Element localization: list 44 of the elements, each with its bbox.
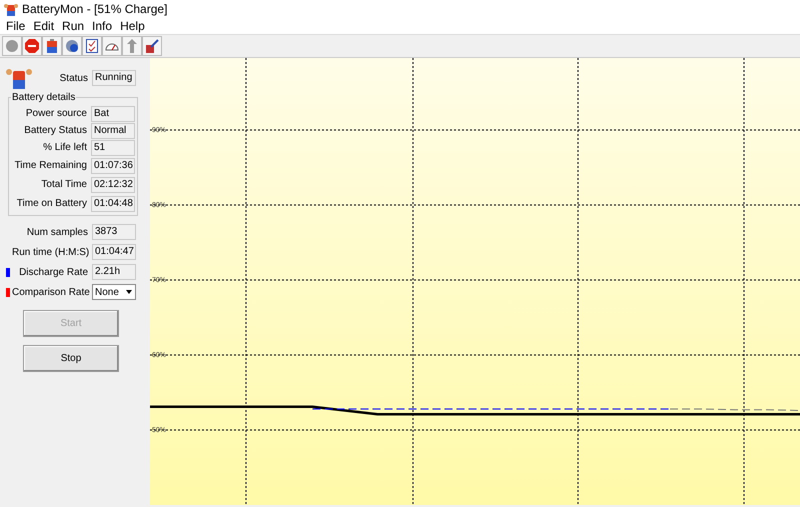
field-value: 51 [91,140,135,156]
toolbar-button[interactable] [62,36,82,56]
field-value: 01:04:48 [91,196,135,212]
window-title: BatteryMon - [51% Charge] [22,2,168,16]
toolbar-button[interactable] [142,36,162,56]
menu-item[interactable]: Edit [29,19,58,33]
action-button[interactable]: Stop [23,345,119,372]
menu-item[interactable]: Run [58,19,88,33]
field-value: Normal [91,122,135,138]
menu-item[interactable]: File [2,19,30,33]
gauge-icon [105,41,119,51]
field-label: Num samples [26,226,88,238]
group-title: Battery details [11,92,76,103]
app-icon [4,2,18,16]
circle-icon [5,39,19,53]
field-label: Time Remaining [14,160,87,171]
field-value: Running [92,70,136,86]
stop-icon [25,39,39,53]
menu-item[interactable]: Info [88,19,116,33]
field-value: 02:12:32 [91,176,135,192]
field-label: Status [58,72,88,84]
field-label: Comparison Rate [12,286,88,298]
arrow-icon [126,39,138,53]
rate-dropdown[interactable]: None [92,284,136,300]
battery-icon [46,39,58,53]
field-label: Total Time [40,179,87,190]
field-value: 2.21h [92,264,136,280]
toolbar-button[interactable] [42,36,62,56]
field-value: Bat [91,106,135,122]
field-label: Run time (H:M:S) [12,246,88,258]
toolbar-button[interactable] [82,36,102,56]
toolbar-button[interactable] [22,36,42,56]
field-label: % Life left [42,142,87,153]
field-value: 3873 [92,224,136,240]
field-label: Battery Status [23,125,87,136]
battery-logo-icon [6,66,32,90]
checklist-icon [86,39,98,53]
toolbar-button[interactable] [102,36,122,56]
field-label: Discharge Rate [18,266,88,278]
field-label: Power source [24,108,87,119]
field-value: 01:04:47 [92,244,136,260]
field-value: 01:07:36 [91,158,135,174]
field-label: Time on Battery [16,198,87,209]
menu-item[interactable]: Help [116,19,149,33]
